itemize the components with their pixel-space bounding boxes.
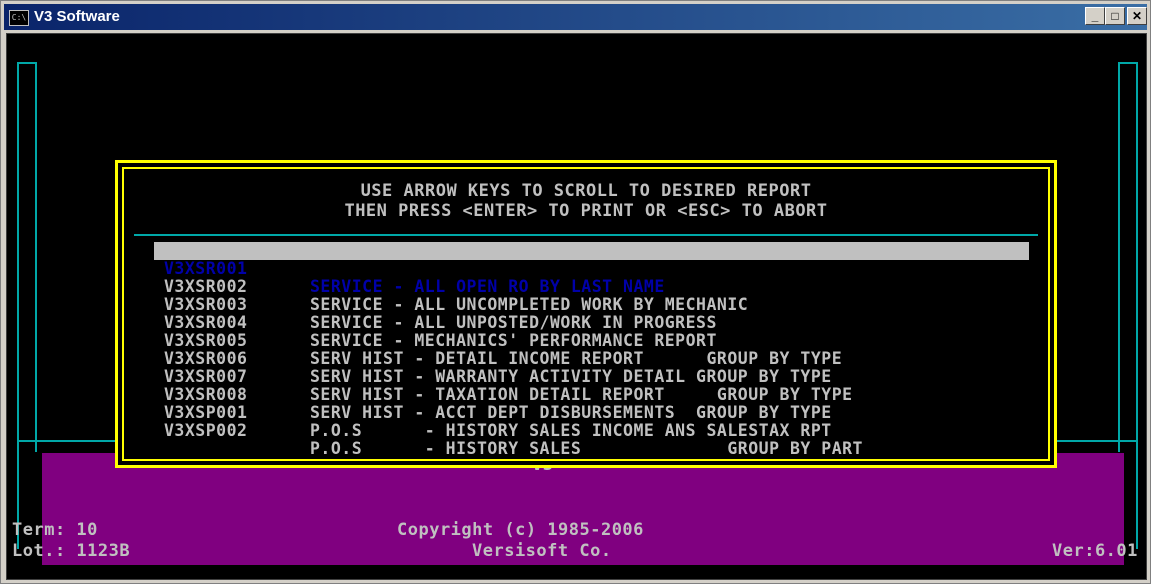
report-row[interactable]: V3XSR003 SERVICE - ALL UNPOSTED/WORK IN … bbox=[154, 278, 1029, 332]
report-dialog: USE ARROW KEYS TO SCROLL TO DESIRED REPO… bbox=[115, 160, 1057, 468]
copyright-text: Copyright (c) 1985-2006 bbox=[397, 520, 644, 540]
report-row[interactable]: V3XSR008 SERV HIST - ACCT DEPT DISBURSEM… bbox=[154, 368, 1029, 422]
version-label: Ver:6.01 bbox=[1052, 541, 1138, 561]
company-name: Versisoft Co. bbox=[472, 541, 612, 561]
frame-top-left bbox=[17, 62, 37, 64]
frame-top-right bbox=[1118, 62, 1138, 64]
report-description: P.O.S - HISTORY SALES GROUP BY PART bbox=[310, 439, 863, 458]
instruction-line-2: THEN PRESS <ENTER> TO PRINT OR <ESC> TO … bbox=[344, 201, 828, 221]
console-icon[interactable]: C:\ bbox=[9, 10, 29, 26]
frame-right-outer bbox=[1136, 62, 1138, 549]
frame-left-inner bbox=[35, 62, 37, 452]
report-row[interactable]: V3XSP002 P.O.S - HISTORY SALES GROUP BY … bbox=[154, 404, 1029, 458]
report-row[interactable]: V3XSR002 SERVICE - ALL UNCOMPLETED WORK … bbox=[154, 260, 1029, 314]
report-row[interactable]: V3XSR005 SERV HIST - DETAIL INCOME REPOR… bbox=[154, 314, 1029, 368]
report-description: P.O.S - HISTORY SALES INCOME ANS SALESTA… bbox=[310, 421, 832, 440]
report-code: V3XSP002 bbox=[164, 421, 248, 440]
lot-label: Lot.: 1123B bbox=[12, 541, 131, 561]
report-row[interactable]: V3XSR007 SERV HIST - TAXATION DETAIL REP… bbox=[154, 350, 1029, 404]
report-dialog-frame: USE ARROW KEYS TO SCROLL TO DESIRED REPO… bbox=[122, 167, 1050, 461]
console-screen[interactable]: V3 Term: 10 Lot.: 1123B Copyright (c) 19… bbox=[6, 33, 1147, 580]
frame-left-outer bbox=[17, 62, 19, 549]
term-label: Term: 10 bbox=[12, 520, 98, 540]
report-row[interactable]: V3XSP001 P.O.S - HISTORY SALES INCOME AN… bbox=[154, 386, 1029, 440]
report-row-selected[interactable]: V3XSR001 SERVICE - ALL OPEN RO BY LAST N… bbox=[154, 242, 1029, 296]
instruction-line-1: USE ARROW KEYS TO SCROLL TO DESIRED REPO… bbox=[360, 181, 812, 201]
title-bar[interactable]: C:\ V3 Software _ □ ✕ bbox=[4, 4, 1147, 30]
report-row[interactable]: V3XSR006 SERV HIST - WARRANTY ACTIVITY D… bbox=[154, 332, 1029, 386]
frame-right-inner bbox=[1118, 62, 1120, 452]
close-button[interactable]: ✕ bbox=[1127, 7, 1147, 25]
dialog-separator bbox=[134, 234, 1038, 236]
report-row[interactable]: V3XSR004 SERVICE - MECHANICS' PERFORMANC… bbox=[154, 296, 1029, 350]
console-window: C:\ V3 Software _ □ ✕ V3 Term: 10 Lot.: … bbox=[0, 0, 1151, 584]
window-title: V3 Software bbox=[34, 8, 120, 25]
maximize-button[interactable]: □ bbox=[1105, 7, 1125, 25]
minimize-button[interactable]: _ bbox=[1085, 7, 1105, 25]
